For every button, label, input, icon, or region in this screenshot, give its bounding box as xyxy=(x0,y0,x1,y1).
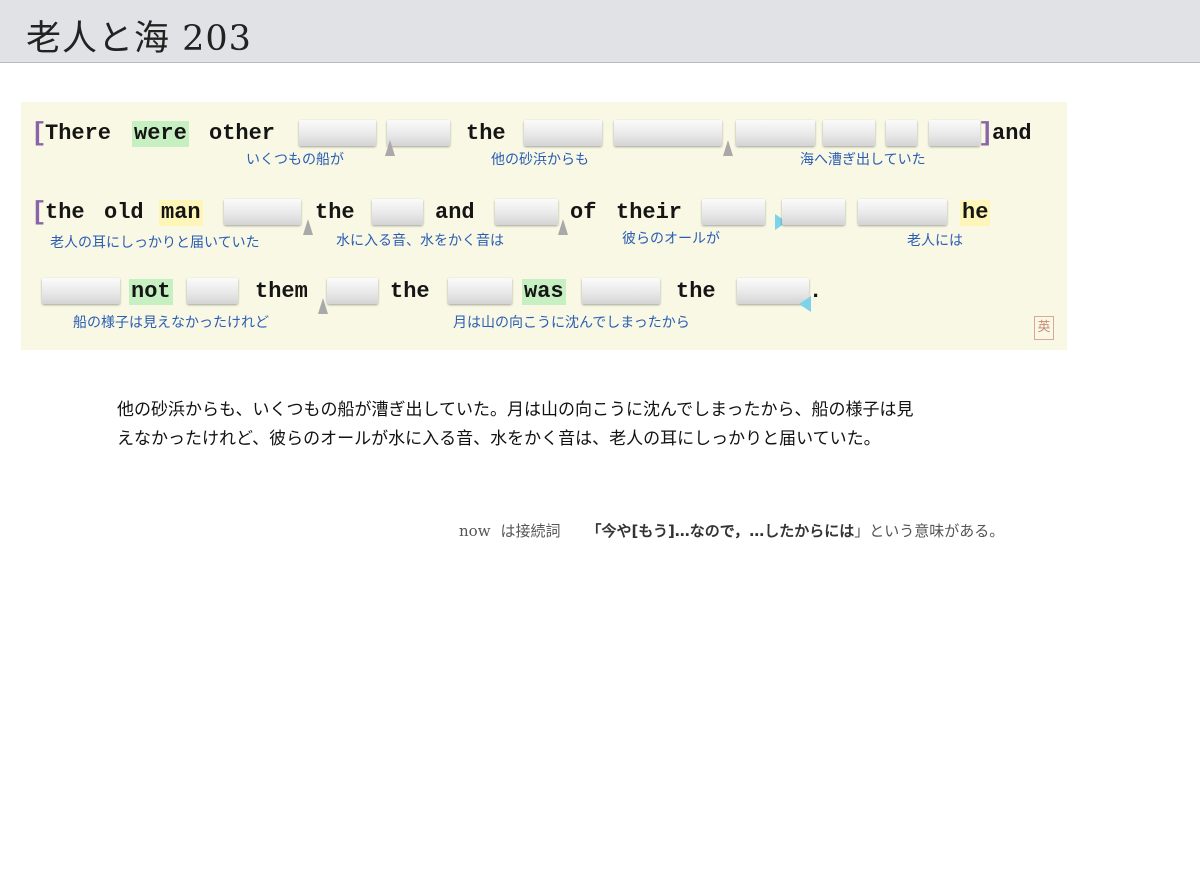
caret-marker xyxy=(303,219,313,235)
blank-input[interactable] xyxy=(42,278,120,304)
blank-input[interactable] xyxy=(387,120,450,146)
blank-input[interactable] xyxy=(524,120,602,146)
note-keyword: now xyxy=(459,522,491,540)
page-title: 老人と海 203 xyxy=(26,19,252,59)
caret-marker xyxy=(385,140,395,156)
translation-line: 他の砂浜からも、いくつもの船が漕ぎ出していた。月は山の向こうに沈んでしまったから… xyxy=(117,400,914,420)
note-text: 」という意味がある。 xyxy=(854,522,1005,540)
word-he: he xyxy=(960,200,991,226)
blank-input[interactable] xyxy=(614,120,722,146)
word-and: and xyxy=(992,121,1032,146)
caret-marker xyxy=(558,219,568,235)
blank-input[interactable] xyxy=(736,120,815,146)
gloss-text: 老人の耳にしっかりと届いていた xyxy=(50,235,260,251)
blank-input[interactable] xyxy=(582,278,660,304)
word-the: the xyxy=(466,121,506,146)
grammar-note: now は接続詞 「今や[もう]…なので，…したからには」という意味がある。 xyxy=(459,520,1004,541)
title-bar: 老人と海 203 xyxy=(0,0,1200,63)
word-them: them xyxy=(255,279,308,304)
blank-input[interactable] xyxy=(448,278,512,304)
blank-input[interactable] xyxy=(702,199,765,225)
blank-input[interactable] xyxy=(372,199,423,225)
gloss-text: 月は山の向こうに沈んでしまったから xyxy=(453,315,690,331)
blank-input[interactable] xyxy=(327,278,378,304)
japanese-translation: 他の砂浜からも、いくつもの船が漕ぎ出していた。月は山の向こうに沈んでしまったから… xyxy=(117,396,1077,454)
blank-input[interactable] xyxy=(299,120,376,146)
blank-input[interactable] xyxy=(782,199,845,225)
word-man: man xyxy=(159,200,203,226)
word-were: were xyxy=(132,121,189,147)
gloss-text: 船の様子は見えなかったけれど xyxy=(73,315,269,331)
word-there: There xyxy=(45,121,112,146)
blank-input[interactable] xyxy=(495,199,558,225)
sentence-row-2: [ the old man the and of their he 老人の耳にし… xyxy=(21,182,1067,252)
sentence-row-3: not them the was the . 船の様子は見えなかったけれど 月は… xyxy=(21,262,1067,332)
blank-input[interactable] xyxy=(224,199,301,225)
word-the: the xyxy=(315,200,355,225)
sentence-row-1: [ There were other the ] and いくつもの船が 他の砂… xyxy=(21,102,1067,172)
arrow-left-marker xyxy=(799,296,811,312)
caret-marker xyxy=(723,140,733,156)
blank-input[interactable] xyxy=(187,278,238,304)
gloss-text: 彼らのオールが xyxy=(622,231,720,247)
seal-stamp-icon: 英 xyxy=(1034,316,1054,340)
blank-input[interactable] xyxy=(858,199,947,225)
word-of: of xyxy=(570,200,597,225)
blank-input[interactable] xyxy=(823,120,875,146)
word-the: the xyxy=(676,279,716,304)
gloss-text: 老人には xyxy=(907,233,963,249)
note-emphasis: 「今や[もう]…なので，…したからには xyxy=(586,522,855,540)
translation-line: えなかったけれど、彼らのオールが水に入る音、水をかく音は、老人の耳にしっかりと届… xyxy=(117,429,881,449)
word-other: other xyxy=(209,121,276,146)
word-the: the xyxy=(390,279,430,304)
word-was: was xyxy=(522,279,566,305)
gloss-text: いくつもの船が xyxy=(246,152,344,168)
blank-input[interactable] xyxy=(929,120,980,146)
gloss-text: 他の砂浜からも xyxy=(491,152,589,168)
exercise-panel: [ There were other the ] and いくつもの船が 他の砂… xyxy=(21,102,1067,350)
word-the: the xyxy=(45,200,85,225)
word-their: their xyxy=(616,200,683,225)
blank-input[interactable] xyxy=(886,120,917,146)
gloss-text: 水に入る音、水をかく音は xyxy=(336,233,504,249)
word-not: not xyxy=(129,279,173,305)
word-old: old xyxy=(104,200,144,225)
note-text: は接続詞 xyxy=(500,522,561,540)
gloss-text: 海へ漕ぎ出していた xyxy=(800,152,926,168)
word-and: and xyxy=(435,200,475,225)
